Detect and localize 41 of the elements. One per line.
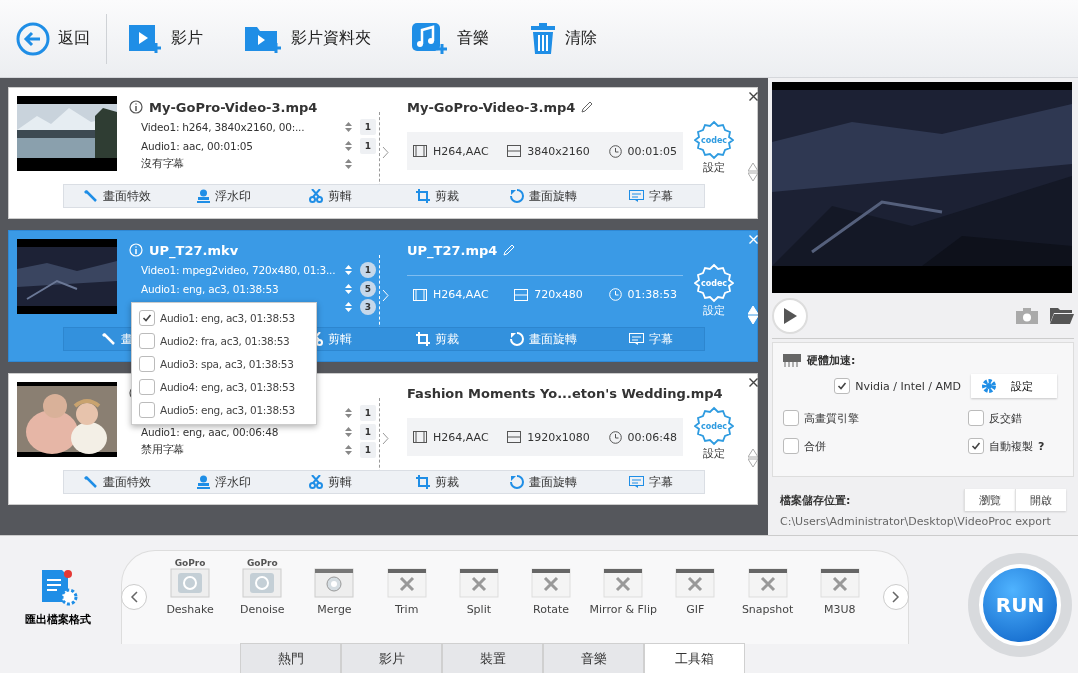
resolution-text: 720x480 xyxy=(534,288,583,301)
stream-label: 禁用字幕 xyxy=(141,443,186,458)
gpu-label: Nvidia / Intel / AMD xyxy=(855,379,961,393)
output-file-name: UP_T27.mp4 xyxy=(407,242,498,258)
output-file-name: My-GoPro-Video-3.mp4 xyxy=(407,99,576,115)
resolution-text: 3840x2160 xyxy=(527,144,590,158)
stream-label: Video1: mpeg2video, 720x480, 01:3... xyxy=(141,264,337,277)
stream-count: 1 xyxy=(360,405,376,422)
format-text: H264,AAC xyxy=(433,288,489,301)
export-format-label: 匯出檔案格式 xyxy=(24,612,91,627)
codec-settings-label: 設定 xyxy=(703,303,725,318)
resolution-text: 1920x1080 xyxy=(527,430,590,444)
hardware-title: 硬體加速: xyxy=(807,353,856,368)
duration-text: 01:38:53 xyxy=(627,288,677,301)
stream-label: Audio1: aac, 00:01:05 xyxy=(141,139,254,152)
option-label: 反交錯 xyxy=(989,410,1022,426)
output-path: C:\Users\Administrator\Desktop\VideoProc export xyxy=(780,515,1052,528)
stream-count: 1 xyxy=(360,423,376,440)
stream-count: 1 xyxy=(360,442,376,459)
source-file-name: UP_T27.mkv xyxy=(149,242,239,258)
stream-label: 沒有字幕 xyxy=(141,157,186,172)
stream-label: Audio1: eng, ac3, 01:38:53 xyxy=(141,282,280,295)
codec-settings-label: 設定 xyxy=(703,160,725,175)
duration-text: 00:01:05 xyxy=(627,144,677,158)
option-label: 自動複製 xyxy=(989,438,1033,454)
stream-count: 1 xyxy=(360,119,376,136)
option-label: 合併 xyxy=(804,438,826,454)
duration-text: 00:06:48 xyxy=(627,430,677,444)
stream-count: 5 xyxy=(360,280,376,297)
option-label: 高畫質引擎 xyxy=(804,410,859,426)
source-file-name: My-GoPro-Video-3.mp4 xyxy=(149,99,318,115)
stream-count: 1 xyxy=(360,137,376,154)
format-text: H264,AAC xyxy=(433,430,489,444)
stream-count: 1 xyxy=(360,262,376,279)
output-file-name: Fashion Moments Yo...eton's Wedding.mp4 xyxy=(407,385,723,401)
output-folder-title: 檔案儲存位置: xyxy=(780,492,851,508)
stream-count: 3 xyxy=(360,299,376,316)
codec-settings-label: 設定 xyxy=(703,446,725,461)
stream-label: Video1: h264, 3840x2160, 00:... xyxy=(141,121,306,134)
stream-label: Audio1: eng, aac, 00:06:48 xyxy=(141,425,280,438)
format-text: H264,AAC xyxy=(433,144,489,158)
